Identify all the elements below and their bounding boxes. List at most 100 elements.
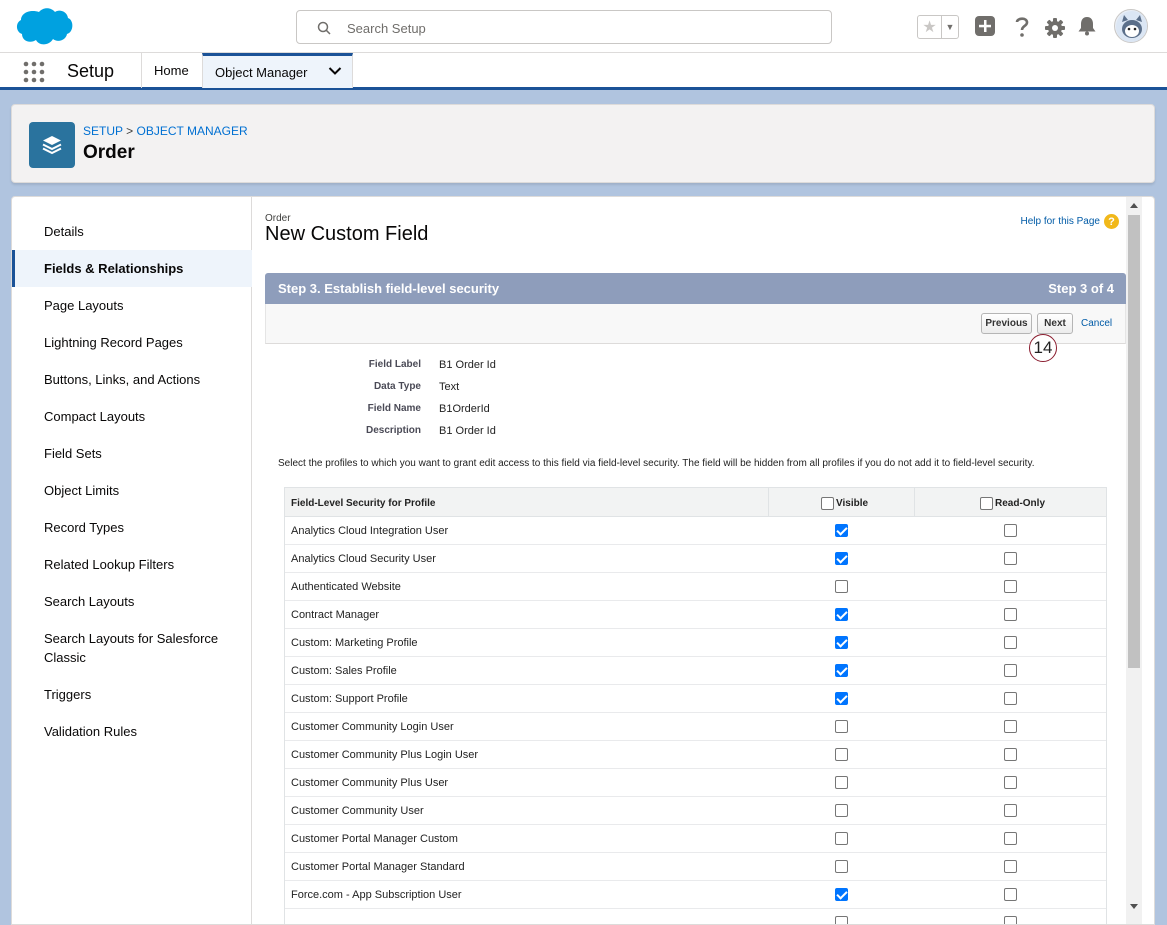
readonly-checkbox[interactable]: [1004, 552, 1017, 565]
column-header-readonly-label: Read-Only: [995, 498, 1046, 509]
profile-name: Contract Manager: [291, 609, 380, 621]
visible-checkbox[interactable]: [835, 832, 848, 845]
search-icon: [317, 21, 331, 35]
column-header-visible-label: Visible: [836, 498, 869, 509]
table-row: Customer Community Plus User: [285, 769, 1106, 797]
visible-checkbox[interactable]: [835, 804, 848, 817]
visible-checkbox[interactable]: [835, 608, 848, 621]
tab-object-manager-label: Object Manager: [215, 64, 308, 80]
cancel-link[interactable]: Cancel: [1081, 318, 1112, 329]
readonly-checkbox[interactable]: [1004, 720, 1017, 733]
add-icon[interactable]: [975, 16, 995, 36]
scroll-down-arrow-icon[interactable]: [1130, 904, 1138, 909]
readonly-checkbox[interactable]: [1004, 580, 1017, 593]
profile-name: Customer Portal Manager Standard: [291, 861, 465, 873]
help-question-icon[interactable]: ?: [1104, 214, 1119, 229]
sidebar-item-search-layouts-classic[interactable]: Search Layouts for Salesforce Classic: [12, 629, 232, 667]
readonly-checkbox[interactable]: [1004, 888, 1017, 901]
breadcrumb-object-manager[interactable]: OBJECT MANAGER: [137, 124, 248, 138]
visible-checkbox[interactable]: [835, 720, 848, 733]
bell-icon[interactable]: [1077, 16, 1097, 36]
sidebar: Details Fields & Relationships Page Layo…: [12, 197, 252, 924]
visible-checkbox[interactable]: [835, 748, 848, 761]
field-level-security-table: Field-Level Security for Profile Visible…: [284, 487, 1107, 924]
sidebar-item-record-types[interactable]: Record Types: [12, 518, 252, 537]
chevron-down-icon[interactable]: [328, 66, 342, 76]
visible-checkbox[interactable]: [835, 524, 848, 537]
sidebar-item-field-sets[interactable]: Field Sets: [12, 444, 252, 463]
sidebar-item-buttons-links-actions[interactable]: Buttons, Links, and Actions: [12, 370, 252, 389]
profile-name: Analytics Cloud Integration User: [291, 525, 449, 537]
salesforce-logo-icon[interactable]: [14, 6, 74, 48]
sidebar-item-fields-relationships[interactable]: Fields & Relationships: [12, 250, 252, 287]
instructions-text: Select the profiles to which you want to…: [278, 458, 1035, 469]
visible-checkbox[interactable]: [835, 860, 848, 873]
help-icon[interactable]: [1014, 16, 1030, 38]
detail-value: Text: [439, 381, 460, 393]
object-header: SETUP > OBJECT MANAGER Order: [11, 104, 1155, 183]
select-all-readonly-checkbox[interactable]: [980, 497, 993, 510]
sidebar-item-compact-layouts[interactable]: Compact Layouts: [12, 407, 252, 426]
favorites-control[interactable]: ★ ▼: [917, 15, 959, 39]
sidebar-item-page-layouts[interactable]: Page Layouts: [12, 296, 252, 315]
sidebar-item-validation-rules[interactable]: Validation Rules: [12, 722, 252, 741]
detail-key: Data Type: [373, 381, 421, 392]
search-box[interactable]: [296, 10, 832, 44]
previous-button[interactable]: Previous: [981, 313, 1032, 334]
readonly-checkbox[interactable]: [1004, 832, 1017, 845]
visible-checkbox[interactable]: [835, 636, 848, 649]
visible-checkbox[interactable]: [835, 692, 848, 705]
tab-home[interactable]: Home: [141, 53, 201, 88]
app-nav-bar: Setup Home Object Manager: [0, 53, 1167, 90]
gear-icon[interactable]: [1045, 18, 1065, 38]
readonly-checkbox[interactable]: [1004, 608, 1017, 621]
object-icon: [29, 122, 75, 168]
sidebar-item-details[interactable]: Details: [12, 222, 252, 241]
tab-object-manager[interactable]: Object Manager: [202, 53, 353, 88]
help-link[interactable]: Help for this Page ?: [1021, 214, 1119, 229]
readonly-checkbox[interactable]: [1004, 636, 1017, 649]
visible-checkbox[interactable]: [835, 776, 848, 789]
visible-checkbox[interactable]: [835, 552, 848, 565]
table-row: Contract Manager: [285, 601, 1106, 629]
readonly-checkbox[interactable]: [1004, 664, 1017, 677]
profile-name: Customer Portal Manager Custom: [291, 833, 458, 845]
sidebar-item-object-limits[interactable]: Object Limits: [12, 481, 252, 500]
content-scrollbar[interactable]: [1126, 197, 1142, 924]
visible-checkbox[interactable]: [835, 664, 848, 677]
scrollbar-thumb[interactable]: [1128, 215, 1140, 668]
next-button[interactable]: Next: [1037, 313, 1073, 334]
readonly-checkbox[interactable]: [1004, 524, 1017, 537]
select-all-visible-checkbox[interactable]: [821, 497, 834, 510]
help-link-label[interactable]: Help for this Page: [1021, 216, 1101, 227]
readonly-checkbox[interactable]: [1004, 692, 1017, 705]
readonly-checkbox[interactable]: [1004, 860, 1017, 873]
profile-name: Customer Community User: [291, 805, 424, 817]
search-input[interactable]: [347, 17, 817, 39]
detail-key: Description: [365, 425, 421, 436]
readonly-checkbox[interactable]: [1004, 748, 1017, 761]
table-row: [285, 909, 1106, 924]
sidebar-item-search-layouts[interactable]: Search Layouts: [12, 592, 252, 611]
scroll-up-arrow-icon[interactable]: [1130, 203, 1138, 208]
readonly-checkbox[interactable]: [1004, 916, 1017, 924]
detail-value: B1 Order Id: [439, 359, 496, 371]
star-icon[interactable]: ★: [918, 16, 942, 38]
visible-checkbox[interactable]: [835, 888, 848, 901]
visible-checkbox[interactable]: [835, 580, 848, 593]
visible-checkbox[interactable]: [835, 916, 848, 924]
column-header-profile: Field-Level Security for Profile: [291, 498, 436, 509]
readonly-checkbox[interactable]: [1004, 776, 1017, 789]
profile-name: Analytics Cloud Security User: [291, 553, 436, 565]
sidebar-item-triggers[interactable]: Triggers: [12, 685, 252, 704]
sidebar-item-related-lookup-filters[interactable]: Related Lookup Filters: [12, 555, 252, 574]
table-row: Customer Community Login User: [285, 713, 1106, 741]
readonly-checkbox[interactable]: [1004, 804, 1017, 817]
app-launcher-icon[interactable]: [23, 61, 45, 83]
table-row: Customer Portal Manager Custom: [285, 825, 1106, 853]
caret-down-icon[interactable]: ▼: [942, 16, 958, 38]
breadcrumb-setup[interactable]: SETUP: [83, 124, 123, 138]
user-avatar[interactable]: [1114, 9, 1148, 43]
sidebar-item-lightning-record-pages[interactable]: Lightning Record Pages: [12, 333, 252, 352]
astro-avatar-icon: [1116, 11, 1147, 42]
